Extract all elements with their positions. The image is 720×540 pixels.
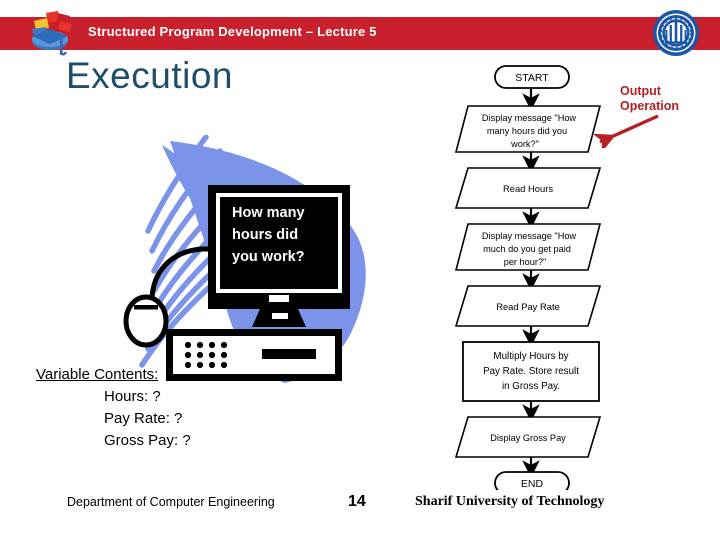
variable-contents-heading: Variable Contents: [36,366,159,383]
monitor-line-3: you work? [232,249,305,265]
header-title: Structured Program Development – Lecture… [88,24,377,39]
flow-label-end: END [521,478,544,490]
flow-node-start: START [494,65,570,89]
variable-pay-rate: Pay Rate: ? [104,410,183,427]
annotation-output-operation: Output Operation [620,84,679,114]
flow-node-msg-hours: Display message "How many hours did you … [454,105,602,153]
variable-contents-block: Variable Contents: Hours: ? Pay Rate: ? … [36,366,336,449]
monitor-line-2: hours did [232,227,298,243]
flow-label-msg-rate-1: Display message "How [482,231,577,241]
flowchart: START Display message "How many hours di… [430,60,720,490]
annotation-line-1: Output [620,84,661,98]
flow-label-msg-rate-2: much do you get paid [483,244,571,254]
desktop-computer-illustration: How many hours did you work? [110,134,400,395]
flow-label-msg-hours-2: many hours did you [487,126,567,136]
flow-label-multiply-2: Pay Rate. Store result [483,366,579,377]
flow-label-display-pay: Display Gross Pay [490,433,566,443]
flow-node-read-hours: Read Hours [454,167,602,209]
flow-label-msg-hours-1: Display message "How [482,113,577,123]
footer-page-number: 14 [348,493,366,510]
flow-label-start: START [515,72,549,84]
red-arrow-icon [592,114,659,148]
page-title: Execution [66,55,233,96]
flow-label-msg-hours-3: work?" [510,139,539,149]
flow-label-multiply-3: in Gross Pay. [502,381,560,392]
flow-label-read-hours: Read Hours [503,183,553,194]
flow-node-multiply: Multiply Hours by Pay Rate. Store result… [462,341,600,402]
flow-label-read-rate: Read Pay Rate [496,301,560,312]
variable-hours: Hours: ? [104,388,161,405]
flow-node-msg-rate: Display message "How much do you get pai… [454,223,602,271]
monitor-line-1: How many [232,205,305,221]
flow-node-end: END [494,471,570,490]
flow-label-msg-rate-3: per hour?" [504,257,547,267]
footer-department: Department of Computer Engineering [67,495,275,509]
slide-canvas: Structured Program Development – Lecture… [0,0,720,540]
flow-node-read-rate: Read Pay Rate [454,285,602,327]
footer-university: Sharif University of Technology [415,494,605,509]
graduation-cap-logo-icon [24,9,76,57]
flow-label-multiply-1: Multiply Hours by [493,351,568,362]
sharif-university-seal-icon [652,9,700,57]
flow-node-display-pay: Display Gross Pay [454,416,602,458]
variable-gross-pay: Gross Pay: ? [104,432,191,449]
